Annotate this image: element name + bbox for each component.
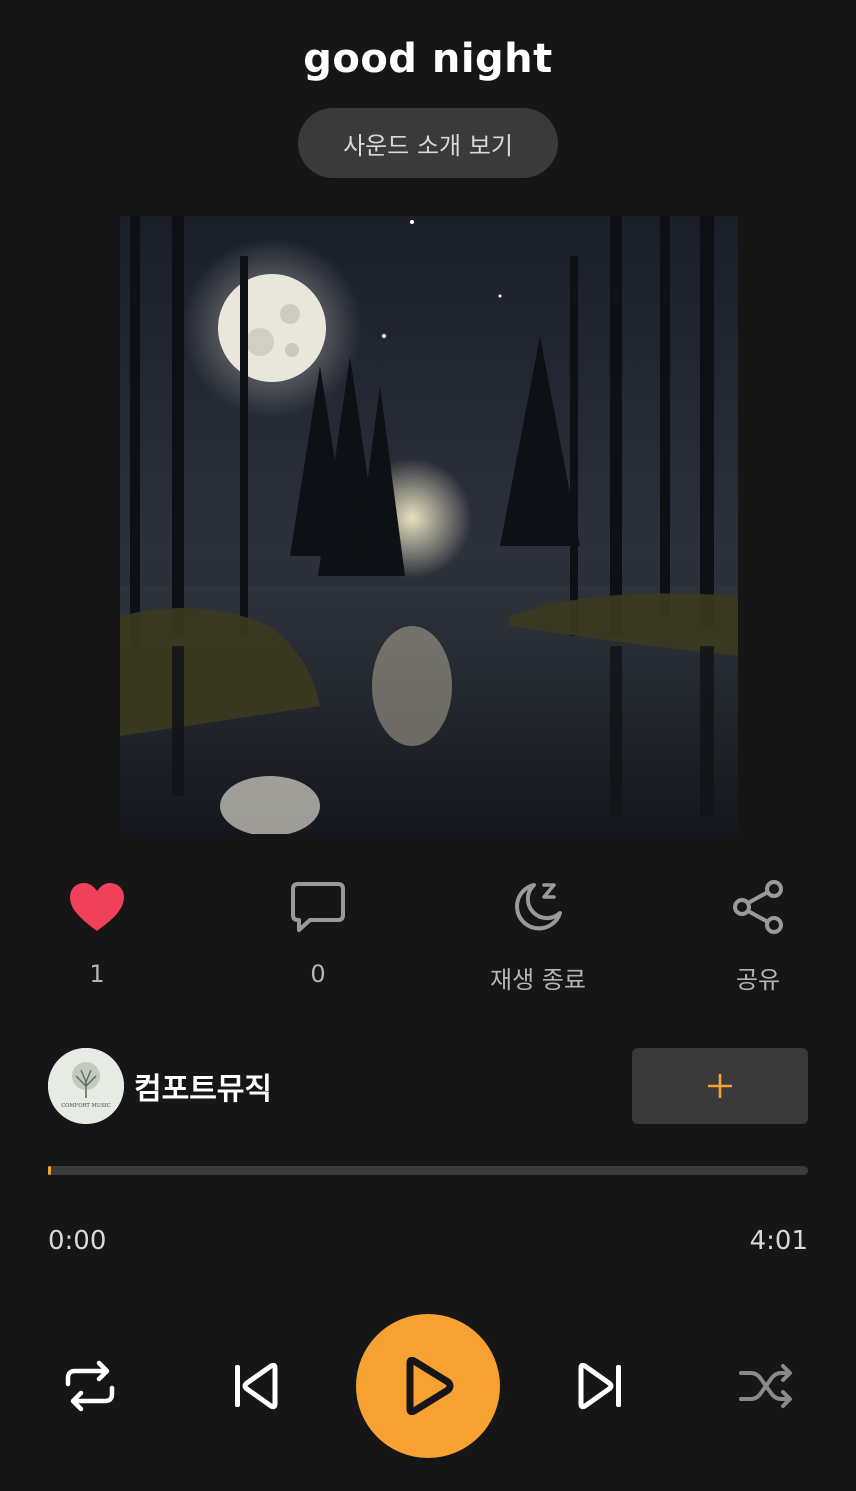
skip-previous-icon (235, 1362, 278, 1410)
comment-icon (287, 876, 349, 938)
repeat-icon (65, 1360, 115, 1412)
sleep-moon-icon (507, 876, 569, 938)
play-icon (406, 1357, 454, 1415)
repeat-button[interactable] (56, 1352, 124, 1420)
comfort-music-logo: COMFORT MUSIC (48, 1048, 124, 1124)
next-track-button[interactable] (566, 1352, 634, 1420)
moonlit-forest-lake-image (120, 216, 738, 834)
comment-count: 0 (310, 960, 326, 988)
like-count: 1 (89, 960, 105, 988)
heart-icon (66, 876, 128, 938)
channel-avatar[interactable]: COMFORT MUSIC (48, 1048, 124, 1124)
shuffle-button[interactable] (732, 1352, 800, 1420)
view-sound-intro-button[interactable]: 사운드 소개 보기 (298, 108, 558, 178)
progress-bar[interactable] (48, 1166, 808, 1175)
shuffle-icon (739, 1364, 792, 1408)
track-title: good night (303, 36, 553, 82)
channel-name[interactable]: 컴포트뮤직 (134, 1064, 272, 1108)
skip-next-icon (578, 1362, 621, 1410)
like-button[interactable]: 1 (32, 876, 162, 996)
sleep-timer-label: 재생 종료 (490, 966, 586, 994)
share-button[interactable]: 공유 (693, 876, 823, 996)
progress-fill (48, 1166, 52, 1175)
plus-icon (708, 1074, 732, 1098)
play-button[interactable] (356, 1314, 500, 1458)
avatar-logo-text: COMFORT MUSIC (61, 1103, 111, 1109)
album-artwork (120, 216, 738, 834)
previous-track-button[interactable] (222, 1352, 290, 1420)
follow-button[interactable] (632, 1048, 808, 1124)
share-label: 공유 (735, 966, 781, 994)
comment-button[interactable]: 0 (253, 876, 383, 996)
sleep-timer-button[interactable]: 재생 종료 (473, 876, 603, 996)
share-icon (727, 876, 789, 938)
current-time: 0:00 (48, 1226, 107, 1256)
total-time: 4:01 (749, 1226, 808, 1256)
